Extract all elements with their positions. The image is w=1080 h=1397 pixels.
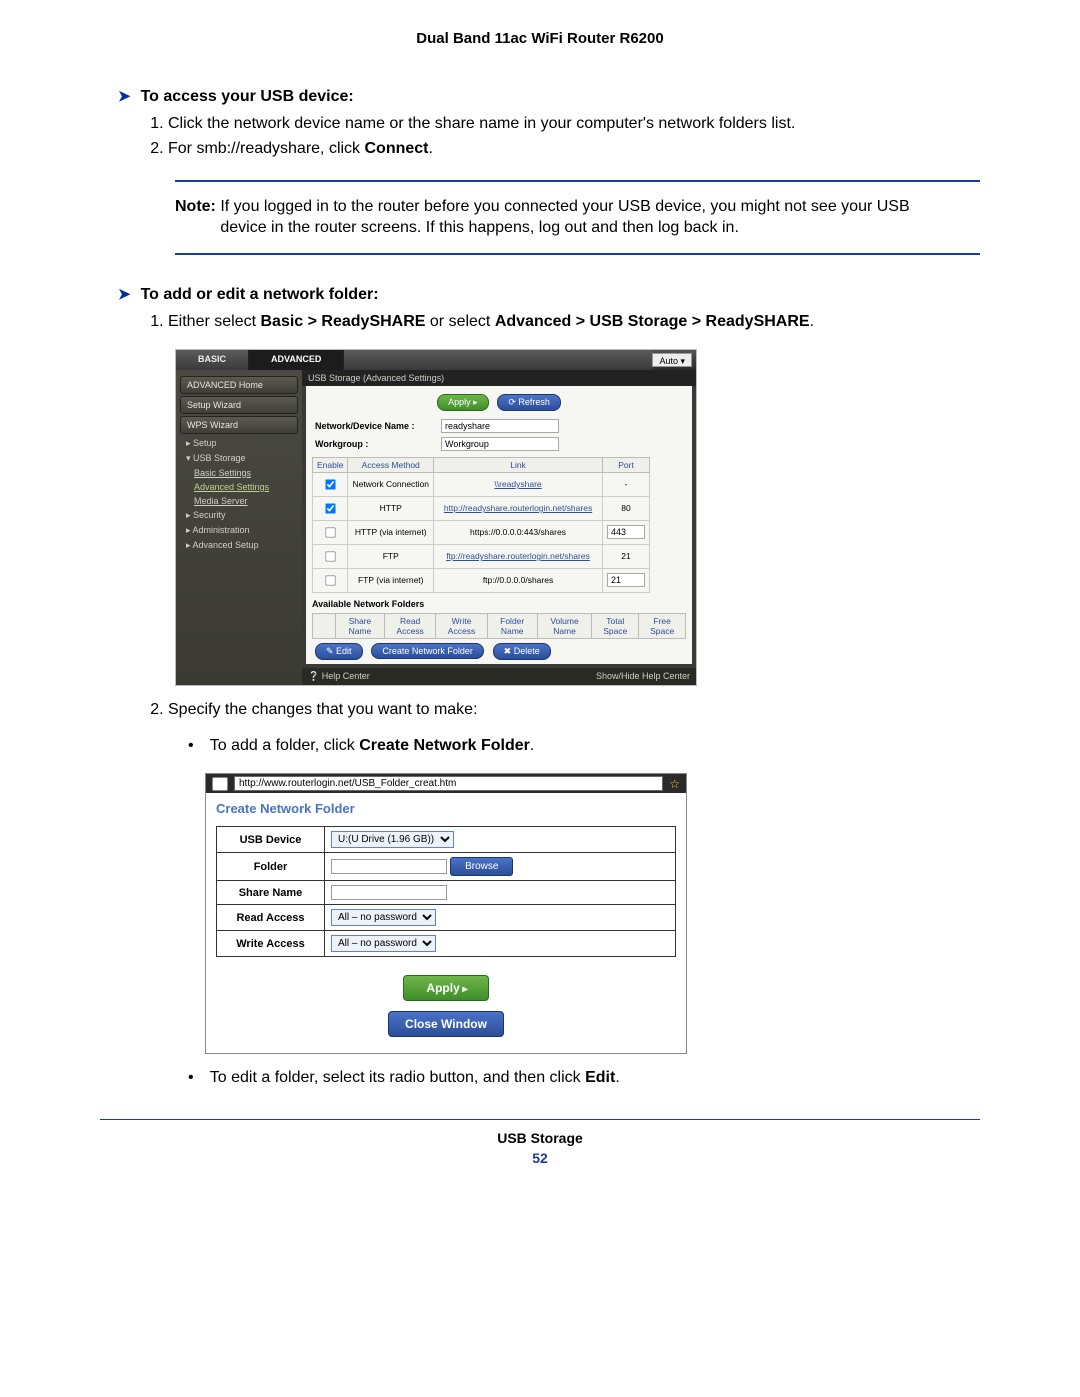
sidebar-item-media-server[interactable]: Media Server <box>176 494 302 508</box>
read-access-select[interactable]: All – no password <box>331 909 436 926</box>
help-center-link[interactable]: ❔ Help Center <box>308 671 370 682</box>
page-title: Dual Band 11ac WiFi Router R6200 <box>100 30 980 47</box>
footer-page-number: 52 <box>100 1150 980 1166</box>
table-row: HTTP (via internet)https://0.0.0.0:443/s… <box>313 520 650 544</box>
sidebar-item-basic-settings[interactable]: Basic Settings <box>176 466 302 480</box>
label-device-name: Network/Device Name : <box>312 417 438 435</box>
table-row: HTTPhttp://readyshare.routerlogin.net/sh… <box>313 496 650 520</box>
share-name-input[interactable] <box>331 885 447 900</box>
col-method: Access Method <box>348 457 434 472</box>
bullet-add-folder: To add a folder, click Create Network Fo… <box>188 736 980 757</box>
sidebar-item-setup-wizard[interactable]: Setup Wizard <box>180 396 298 414</box>
port-input[interactable] <box>607 573 645 587</box>
step-access-1: Click the network device name or the sha… <box>168 114 980 135</box>
label-usb-device: USB Device <box>217 827 325 853</box>
folder-input[interactable] <box>331 859 447 874</box>
sidebar-item-administration[interactable]: ▸ Administration <box>176 523 302 538</box>
text: . <box>810 313 814 330</box>
apply-button[interactable]: Apply <box>403 975 488 1001</box>
steps-edit: Either select Basic > ReadySHARE or sele… <box>138 312 980 333</box>
sidebar-item-advanced-home[interactable]: ADVANCED Home <box>180 376 298 394</box>
toggle-help-center[interactable]: Show/Hide Help Center <box>596 671 690 682</box>
page-icon <box>212 777 228 791</box>
tab-basic[interactable]: BASIC <box>176 350 249 370</box>
breadcrumb: USB Storage (Advanced Settings) <box>302 370 696 386</box>
enable-checkbox[interactable] <box>326 575 336 585</box>
browse-button[interactable]: Browse <box>450 857 513 876</box>
enable-checkbox[interactable] <box>326 479 336 489</box>
step-access-2: For smb://readyshare, click Connect. <box>168 139 980 160</box>
col-enable: Enable <box>313 457 348 472</box>
label-share-name: Share Name <box>217 881 325 905</box>
steps-edit-cont: Specify the changes that you want to mak… <box>138 700 980 721</box>
write-access-select[interactable]: All – no password <box>331 935 436 952</box>
page-footer: USB Storage 52 <box>100 1119 980 1166</box>
table-row: Network Connection\\readyshare- <box>313 472 650 496</box>
device-name-input[interactable] <box>441 419 559 433</box>
delete-button[interactable]: ✖ Delete <box>493 643 551 660</box>
text-bold: Connect <box>365 140 429 157</box>
table-row: FTP (via internet)ftp://0.0.0.0/shares <box>313 568 650 592</box>
label-folder: Folder <box>217 853 325 881</box>
text: Either select <box>168 313 260 330</box>
link[interactable]: \\readyshare <box>494 479 541 489</box>
screenshot-router-admin: BASIC ADVANCED Auto ▾ ADVANCED Home Setu… <box>175 349 697 686</box>
heading-access-usb: To access your USB device: <box>118 87 980 106</box>
sidebar-item-setup[interactable]: ▸ Setup <box>176 436 302 451</box>
footer-section: USB Storage <box>100 1130 980 1146</box>
close-window-button[interactable]: Close Window <box>388 1011 504 1037</box>
create-network-folder-button[interactable]: Create Network Folder <box>371 643 484 659</box>
link[interactable]: ftp://readyshare.routerlogin.net/shares <box>446 551 590 561</box>
screenshot-create-folder: http://www.routerlogin.net/USB_Folder_cr… <box>205 773 687 1054</box>
note-box: Note: If you logged in to the router bef… <box>175 180 980 255</box>
link[interactable]: http://readyshare.routerlogin.net/shares <box>444 503 592 513</box>
star-icon[interactable]: ☆ <box>669 777 680 791</box>
available-folders-heading: Available Network Folders <box>312 599 686 609</box>
sidebar-item-advanced-setup[interactable]: ▸ Advanced Setup <box>176 538 302 553</box>
sidebar-item-security[interactable]: ▸ Security <box>176 508 302 523</box>
enable-checkbox[interactable] <box>326 551 336 561</box>
label-workgroup: Workgroup : <box>312 435 438 453</box>
usb-device-select[interactable]: U:(U Drive (1.96 GB)) <box>331 831 454 848</box>
note-text: If you logged in to the router before yo… <box>220 196 955 239</box>
heading-edit-folder: To add or edit a network folder: <box>118 285 980 304</box>
enable-checkbox[interactable] <box>326 503 336 513</box>
create-folder-form: USB Device U:(U Drive (1.96 GB)) Folder … <box>216 826 676 957</box>
step-edit-1: Either select Basic > ReadySHARE or sele… <box>168 312 980 333</box>
note-label: Note: <box>175 196 216 218</box>
steps-access: Click the network device name or the sha… <box>138 114 980 160</box>
label-write-access: Write Access <box>217 931 325 957</box>
text: . <box>429 140 433 157</box>
bullet-edit-folder: To edit a folder, select its radio butto… <box>188 1068 980 1089</box>
step-edit-2: Specify the changes that you want to mak… <box>168 700 980 721</box>
col-link: Link <box>434 457 603 472</box>
edit-button[interactable]: ✎ Edit <box>315 643 363 660</box>
sidebar-item-usb-storage[interactable]: ▾ USB Storage <box>176 451 302 466</box>
workgroup-input[interactable] <box>441 437 559 451</box>
table-row: FTPftp://readyshare.routerlogin.net/shar… <box>313 544 650 568</box>
sidebar-item-advanced-settings[interactable]: Advanced Settings <box>176 480 302 494</box>
port-input[interactable] <box>607 525 645 539</box>
label-read-access: Read Access <box>217 905 325 931</box>
text: For smb://readyshare, click <box>168 140 365 157</box>
text-bold: Advanced > USB Storage > ReadySHARE <box>495 313 810 330</box>
available-folders-table: Share Name Read Access Write Access Fold… <box>312 613 686 639</box>
access-methods-table: Enable Access Method Link Port Network C… <box>312 457 650 593</box>
enable-checkbox[interactable] <box>326 527 336 537</box>
dialog-title: Create Network Folder <box>206 793 686 826</box>
tab-advanced[interactable]: ADVANCED <box>249 350 344 370</box>
refresh-button[interactable]: ⟳ Refresh <box>497 394 561 411</box>
text-bold: Basic > ReadySHARE <box>260 313 425 330</box>
apply-button[interactable]: Apply ▸ <box>437 394 489 411</box>
sidebar: ADVANCED Home Setup Wizard WPS Wizard ▸ … <box>176 370 302 685</box>
sidebar-item-wps-wizard[interactable]: WPS Wizard <box>180 416 298 434</box>
auto-dropdown[interactable]: Auto ▾ <box>652 353 692 367</box>
col-port: Port <box>603 457 650 472</box>
url-display: http://www.routerlogin.net/USB_Folder_cr… <box>234 776 663 791</box>
text: or select <box>425 313 494 330</box>
